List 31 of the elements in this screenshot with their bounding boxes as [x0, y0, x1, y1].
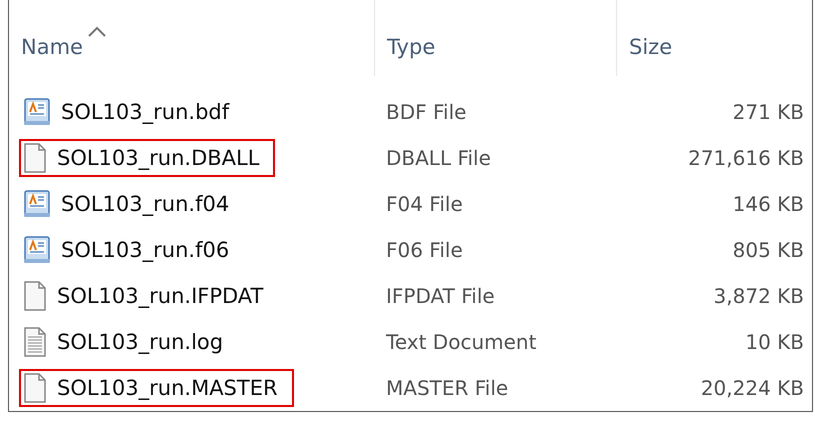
file-size: 146 KB [732, 192, 804, 216]
document-icon [23, 189, 51, 219]
text-file-icon [23, 327, 47, 357]
file-name[interactable]: SOL103_run.IFPDAT [57, 284, 264, 308]
file-name[interactable]: SOL103_run.log [57, 330, 224, 354]
file-type: MASTER File [386, 376, 508, 400]
file-icon [23, 143, 47, 173]
file-name[interactable]: SOL103_run.MASTER [57, 376, 278, 400]
file-type: BDF File [386, 100, 466, 124]
file-icon [23, 373, 47, 403]
file-type: F04 File [386, 192, 463, 216]
column-header[interactable]: Type [387, 35, 436, 59]
file-size: 805 KB [732, 238, 804, 262]
file-size: 3,872 KB [714, 284, 804, 308]
file-name[interactable]: SOL103_run.bdf [61, 100, 230, 124]
file-size: 10 KB [745, 330, 804, 354]
file-type: F06 File [386, 238, 463, 262]
file-name[interactable]: SOL103_run.f04 [61, 192, 230, 216]
file-type: Text Document [386, 330, 536, 354]
file-size: 271 KB [732, 100, 804, 124]
document-icon [23, 97, 51, 127]
file-size: 20,224 KB [700, 376, 804, 400]
file-name[interactable]: SOL103_run.DBALL [57, 146, 260, 170]
column-header[interactable]: Name [21, 35, 83, 59]
file-name[interactable]: SOL103_run.f06 [61, 238, 230, 262]
file-icon [23, 281, 47, 311]
file-size: 271,616 KB [688, 146, 804, 170]
file-type: DBALL File [386, 146, 491, 170]
file-type: IFPDAT File [386, 284, 495, 308]
document-icon [23, 235, 51, 265]
column-header[interactable]: Size [629, 35, 672, 59]
